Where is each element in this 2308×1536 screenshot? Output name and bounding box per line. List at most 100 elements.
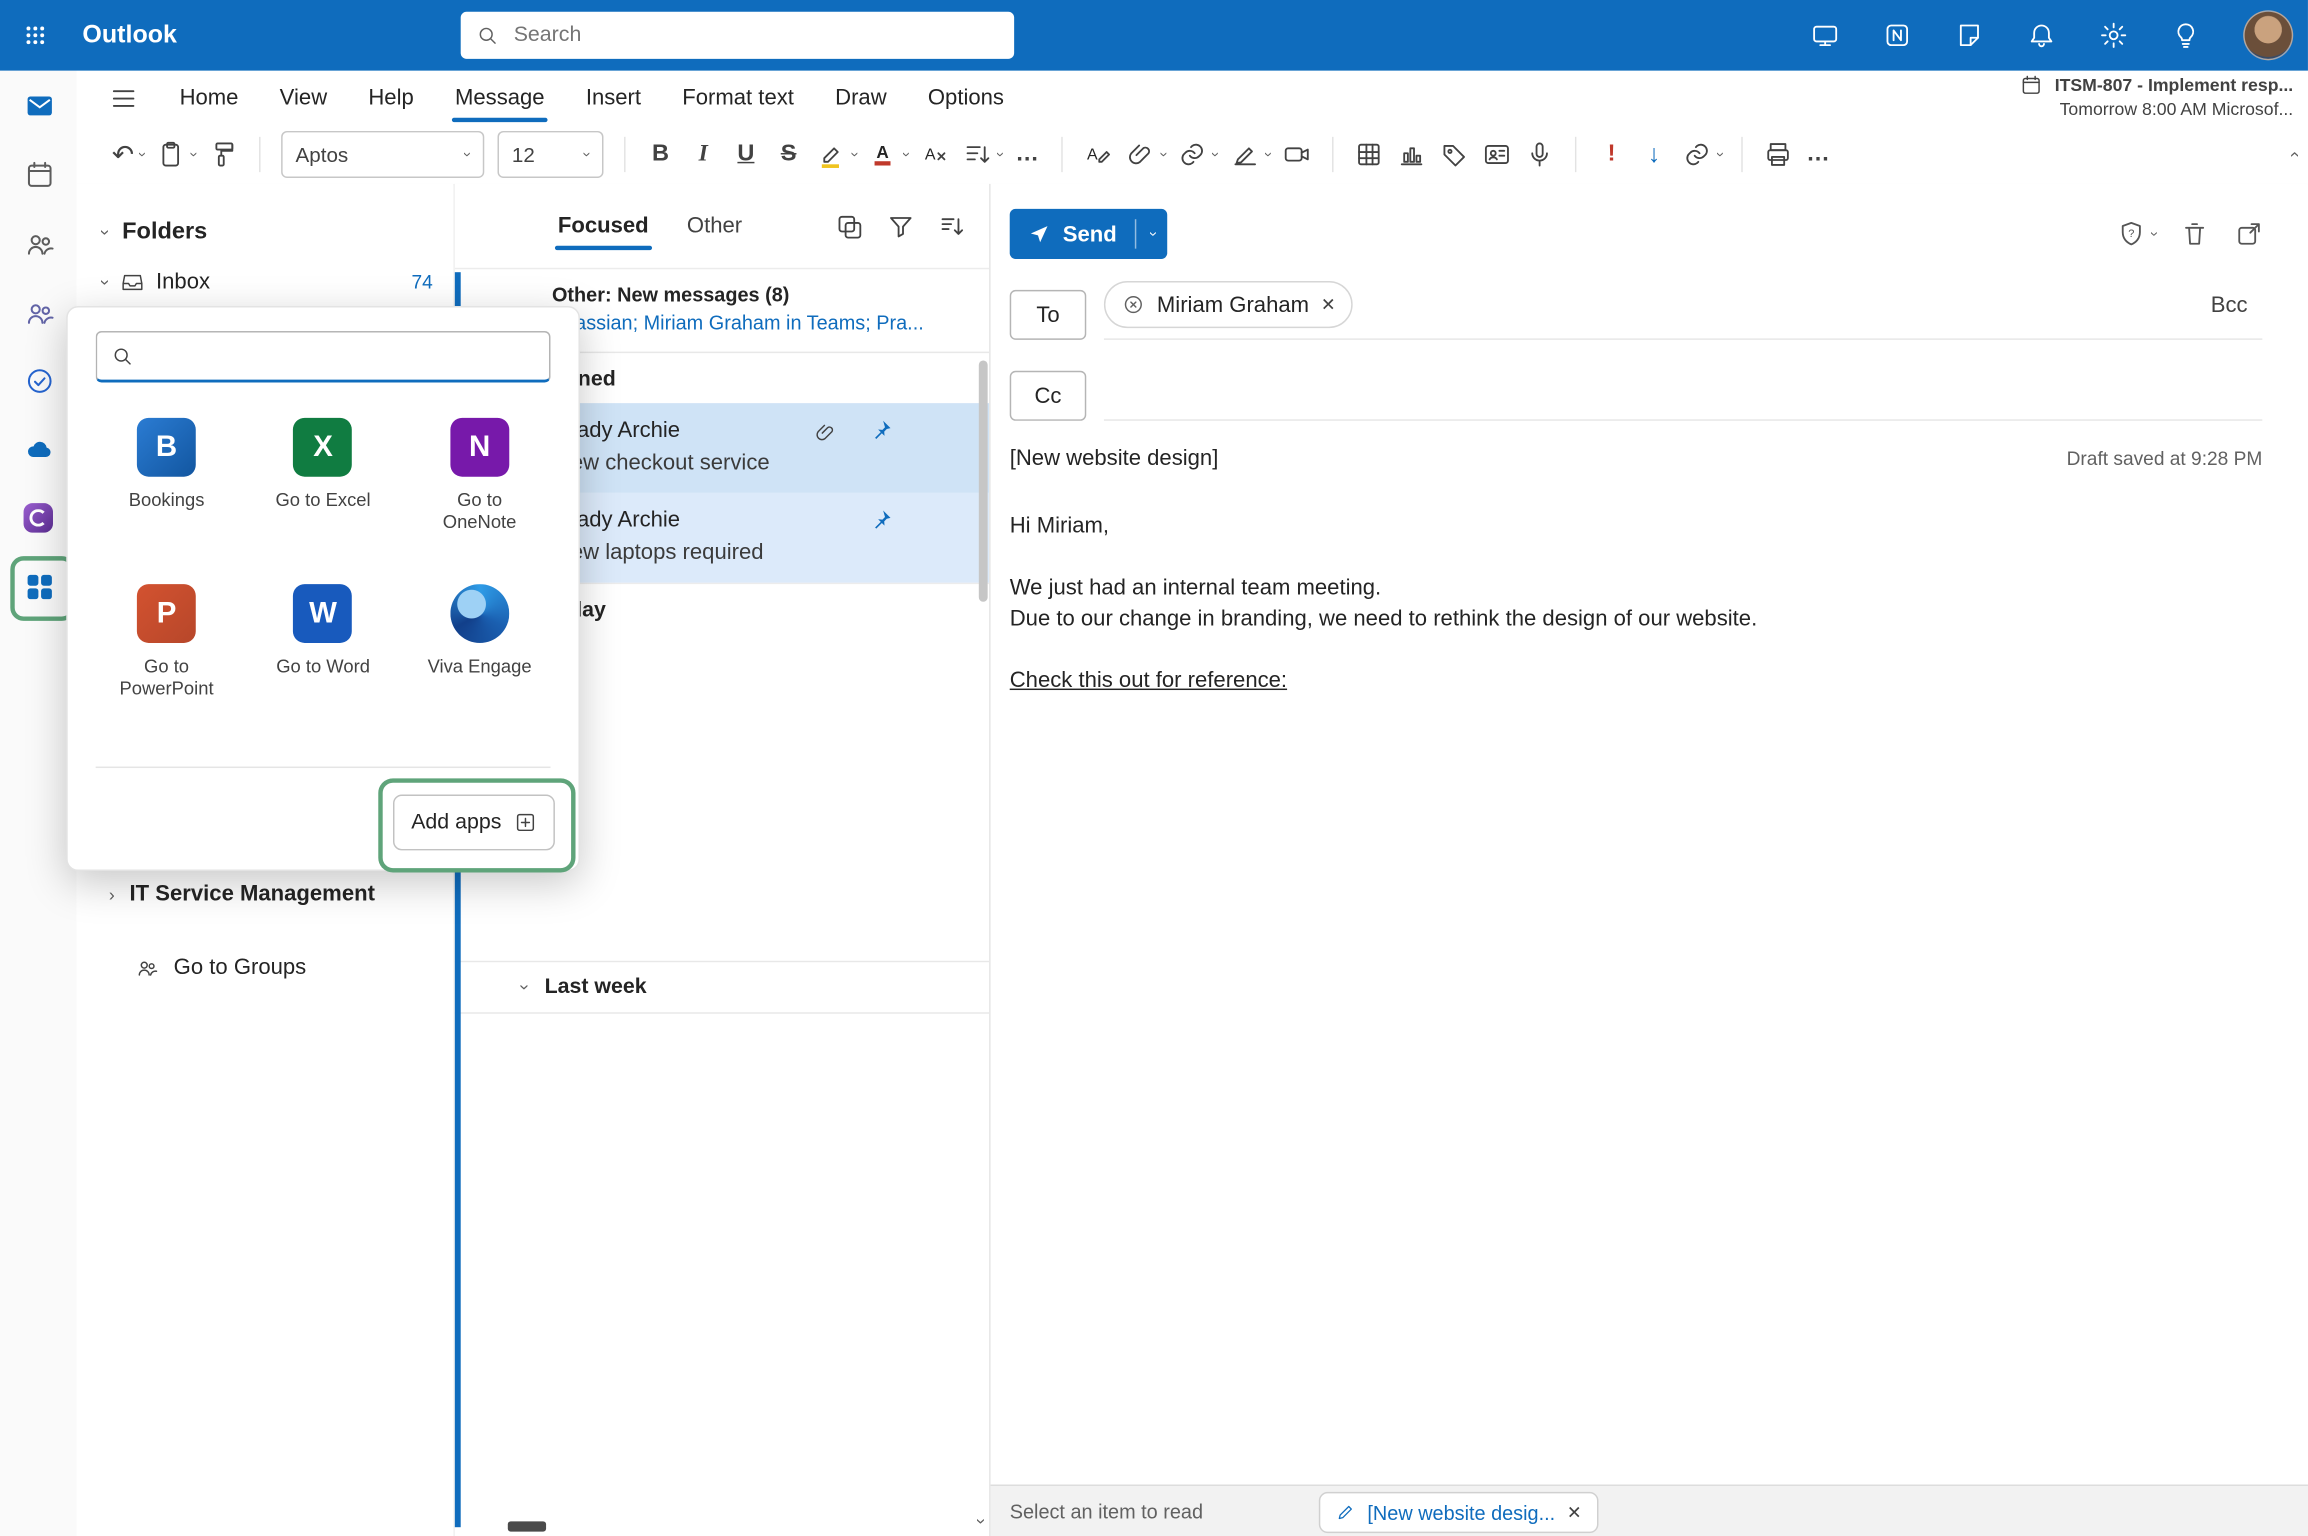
to-button[interactable]: To <box>1010 290 1087 340</box>
chevron-down-icon: › <box>186 152 201 157</box>
section-last-week[interactable]: › Last week <box>455 961 991 1014</box>
people-rail-icon[interactable] <box>24 228 56 260</box>
cc-button[interactable]: Cc <box>1010 371 1087 421</box>
strikethrough-button[interactable]: S <box>774 141 803 167</box>
print-button[interactable] <box>1764 140 1793 169</box>
tab-draw[interactable]: Draw <box>815 71 908 125</box>
remove-recipient-x[interactable]: ✕ <box>1321 294 1336 315</box>
app-viva-engage[interactable]: Viva Engage <box>401 584 558 700</box>
app-go-to-word[interactable]: W Go to Word <box>245 584 402 700</box>
app-go-to-excel[interactable]: X Go to Excel <box>245 418 402 534</box>
body-reference-link[interactable]: Check this out for reference: <box>1010 665 2263 696</box>
app-go-to-onenote[interactable]: N Go to OneNote <box>401 418 558 534</box>
pin-icon[interactable] <box>870 418 894 442</box>
search-input[interactable] <box>511 22 1000 48</box>
collapse-ribbon-icon[interactable]: › <box>2284 152 2302 158</box>
scroll-down-arrow-icon[interactable]: › <box>973 1518 991 1524</box>
insert-chart-button[interactable] <box>1397 140 1426 169</box>
tab-options[interactable]: Options <box>907 71 1024 125</box>
close-draft-tab-icon[interactable]: ✕ <box>1567 1502 1582 1523</box>
dictate-mic-button[interactable] <box>1525 140 1554 169</box>
hamburger-menu-icon[interactable] <box>109 83 138 112</box>
global-search-box[interactable] <box>461 12 1014 59</box>
undo-button[interactable]: ↶› <box>112 141 144 167</box>
format-painter-button[interactable] <box>209 140 238 169</box>
calendar-reminder[interactable]: ITSM-807 - Implement resp... Tomorrow 8:… <box>2019 74 2293 121</box>
font-size-select[interactable]: 12› <box>497 131 603 178</box>
cc-input-line[interactable] <box>1104 359 2262 421</box>
mail-rail-icon[interactable] <box>24 90 56 122</box>
message-protection-button[interactable]: ? › <box>2116 219 2155 248</box>
tab-home[interactable]: Home <box>159 71 259 125</box>
folders-header[interactable]: › Folders <box>77 184 454 246</box>
bold-button[interactable]: B <box>646 141 675 167</box>
recipient-pill[interactable]: Miriam Graham ✕ <box>1104 281 1353 328</box>
notifications-bell-icon[interactable] <box>2027 21 2056 50</box>
draft-tab[interactable]: [New website desig... ✕ <box>1319 1492 1598 1533</box>
video-clip-button[interactable] <box>1282 140 1311 169</box>
sort-icon[interactable] <box>938 211 967 240</box>
paste-button[interactable]: › <box>157 140 196 169</box>
subject-input[interactable]: [New website design] <box>1010 446 1219 471</box>
to-input-line[interactable]: Miriam Graham ✕ Bcc <box>1104 278 2262 340</box>
attach-file-button[interactable]: › <box>1126 140 1165 169</box>
calendar-rail-icon[interactable] <box>24 159 56 191</box>
tab-insert[interactable]: Insert <box>565 71 661 125</box>
onedrive-rail-icon[interactable] <box>24 434 56 466</box>
tab-view[interactable]: View <box>259 71 348 125</box>
folder-it-service-management[interactable]: › IT Service Management <box>109 881 375 906</box>
signature-button[interactable]: › <box>1230 140 1269 169</box>
toolbar-overflow-button[interactable]: … <box>1806 141 1831 167</box>
loop-rail-icon[interactable] <box>24 503 56 535</box>
sensitivity-label-button[interactable] <box>1439 140 1468 169</box>
bcc-button[interactable]: Bcc <box>2211 292 2254 317</box>
profile-avatar[interactable] <box>2243 10 2293 60</box>
list-options-button[interactable]: › <box>963 140 1002 169</box>
tab-focused[interactable]: Focused <box>558 213 649 238</box>
app-bookings[interactable]: B Bookings <box>88 418 245 534</box>
tab-format-text[interactable]: Format text <box>662 71 815 125</box>
send-split-button[interactable]: Send › <box>1010 209 1168 259</box>
notes-icon[interactable] <box>1955 21 1984 50</box>
apps-search-box[interactable] <box>96 331 551 382</box>
teams-rail-icon[interactable] <box>24 297 56 329</box>
apps-search-input[interactable] <box>146 343 536 369</box>
contact-card-button[interactable] <box>1482 140 1511 169</box>
send-options-chevron[interactable]: › <box>1136 209 1167 259</box>
onenote-feed-icon[interactable] <box>1883 21 1912 50</box>
app-go-to-powerpoint[interactable]: P Go to PowerPoint <box>88 584 245 700</box>
more-formatting-button[interactable]: … <box>1015 141 1040 167</box>
styles-button[interactable]: A <box>1083 140 1112 169</box>
message-body-editor[interactable]: Hi Miriam, We just had an internal team … <box>1010 511 2263 1129</box>
highlight-color-button[interactable]: › <box>817 140 856 169</box>
more-apps-rail-icon[interactable] <box>24 571 56 603</box>
tab-help[interactable]: Help <box>348 71 435 125</box>
underline-button[interactable]: U <box>731 141 760 167</box>
pin-icon[interactable] <box>870 508 894 532</box>
discard-trash-icon[interactable] <box>2180 219 2209 248</box>
insert-link-button[interactable]: › <box>1178 140 1217 169</box>
folder-inbox[interactable]: › Inbox 74 <box>77 246 454 295</box>
settings-gear-icon[interactable] <box>2099 21 2128 50</box>
italic-button[interactable]: I <box>689 141 718 167</box>
filter-icon[interactable] <box>886 211 915 240</box>
meet-now-icon[interactable] <box>1810 21 1839 50</box>
todo-rail-icon[interactable] <box>24 365 56 397</box>
banner-senders-link[interactable]: Atlassian; Miriam Graham in Teams; Pra..… <box>552 312 973 334</box>
loop-link-button[interactable]: › <box>1682 140 1721 169</box>
high-importance-button[interactable]: ! <box>1597 141 1626 167</box>
tips-lightbulb-icon[interactable] <box>2171 21 2200 50</box>
app-launcher-waffle-icon[interactable] <box>0 0 71 71</box>
tab-message[interactable]: Message <box>434 71 565 125</box>
fill-down-button[interactable]: ↓ <box>1639 140 1668 169</box>
open-in-new-window-icon[interactable] <box>2234 219 2263 248</box>
clear-formatting-button[interactable]: A <box>921 140 950 169</box>
font-color-button[interactable]: A› <box>869 140 908 169</box>
select-messages-icon[interactable] <box>835 211 864 240</box>
add-apps-button[interactable]: Add apps <box>393 795 555 851</box>
list-scrollbar-thumb[interactable] <box>979 360 988 601</box>
go-to-groups-item[interactable]: Go to Groups <box>135 955 306 980</box>
tab-other[interactable]: Other <box>687 213 742 238</box>
font-family-select[interactable]: Aptos› <box>281 131 484 178</box>
insert-table-button[interactable] <box>1354 140 1383 169</box>
